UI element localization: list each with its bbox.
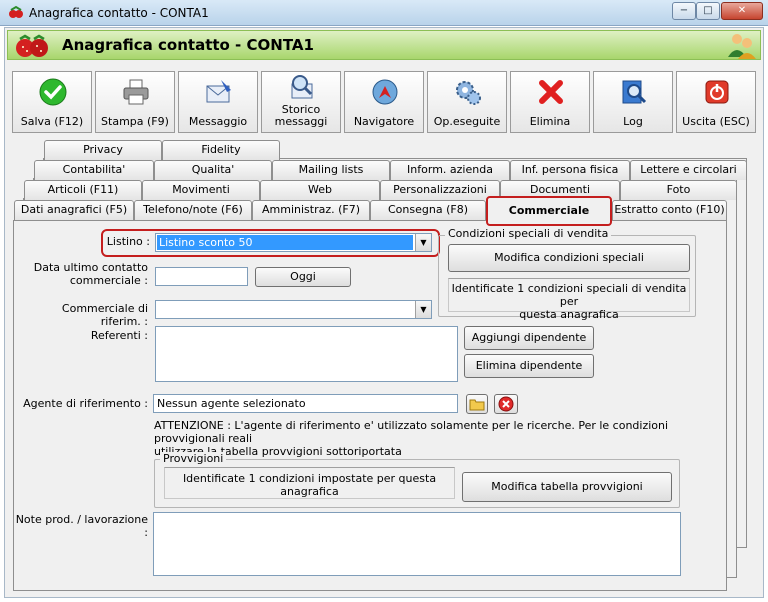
message-history-button[interactable]: Storico messaggi — [261, 71, 341, 133]
delete-button[interactable]: Elimina — [510, 71, 590, 133]
listino-selected-value: Listino sconto 50 — [157, 235, 413, 250]
strawberry-logo-icon — [16, 34, 48, 57]
tab-web[interactable]: Web — [260, 180, 380, 200]
save-button[interactable]: Salva (F12) — [12, 71, 92, 133]
note-textarea[interactable] — [153, 512, 681, 576]
exit-icon — [705, 80, 729, 104]
tab-lettere-circolari[interactable]: Lettere e circolari — [630, 160, 747, 180]
users-icon — [728, 34, 756, 59]
tab-estratto-conto[interactable]: Estratto conto (F10) — [612, 200, 727, 220]
header-band: Anagrafica contatto - CONTA1 — [7, 30, 761, 60]
tab-telefono-note[interactable]: Telefono/note (F6) — [134, 200, 252, 220]
attenzione-line1: ATTENZIONE : L'agente di riferimento e' … — [154, 419, 669, 445]
window-titlebar: Anagrafica contatto - CONTA1 − □ ✕ — [0, 0, 768, 26]
app-icon — [9, 5, 23, 18]
data-contatto-label-line2: commerciale : — [69, 274, 148, 287]
data-contatto-label: Data ultimo contatto commerciale : — [20, 261, 148, 287]
page-title: Anagrafica contatto - CONTA1 — [62, 36, 314, 54]
referenti-list[interactable] — [155, 326, 458, 382]
condizioni-speciali-title: Condizioni speciali di vendita — [445, 227, 612, 240]
chevron-down-icon[interactable]: ▼ — [415, 301, 431, 318]
elimina-dipendente-button[interactable]: Elimina dipendente — [464, 354, 594, 378]
commerciale-label: Commerciale di riferim. : — [61, 302, 148, 328]
cancel-icon — [498, 396, 514, 412]
close-button[interactable]: ✕ — [721, 2, 763, 20]
navigator-button[interactable]: Navigatore — [344, 71, 424, 133]
tab-inf-persona-fisica[interactable]: Inf. persona fisica — [510, 160, 630, 180]
aggiungi-dipendente-button[interactable]: Aggiungi dipendente — [464, 326, 594, 350]
tab-fidelity[interactable]: Fidelity — [162, 140, 280, 160]
maximize-button[interactable]: □ — [696, 2, 720, 20]
folder-icon — [469, 399, 485, 411]
condizioni-info-line2: questa anagrafica — [519, 308, 619, 321]
delete-icon — [539, 80, 563, 104]
clear-agente-button[interactable] — [494, 394, 518, 414]
tab-inform-azienda[interactable]: Inform. azienda — [390, 160, 510, 180]
listino-select[interactable]: Listino sconto 50 ▼ — [155, 233, 432, 252]
oggi-button[interactable]: Oggi — [255, 267, 351, 287]
tab-dati-anagrafici[interactable]: Dati anagrafici (F5) — [14, 200, 134, 220]
agente-input[interactable]: Nessun agente selezionato — [153, 394, 458, 413]
tab-privacy[interactable]: Privacy — [44, 140, 162, 160]
tab-commerciale[interactable]: Commerciale — [486, 196, 612, 226]
commerciale-select[interactable]: ▼ — [155, 300, 432, 319]
toolbar: Salva (F12) Stampa (F9) Messaggio Storic… — [12, 71, 756, 133]
folder-button[interactable] — [466, 394, 488, 414]
attenzione-note: ATTENZIONE : L'agente di riferimento e' … — [154, 419, 714, 458]
window-title: Anagrafica contatto - CONTA1 — [29, 6, 209, 20]
tab-articoli[interactable]: Articoli (F11) — [24, 180, 142, 200]
message-button[interactable]: Messaggio — [178, 71, 258, 133]
tab-contabilita[interactable]: Contabilita' — [34, 160, 154, 180]
chevron-down-icon[interactable]: ▼ — [415, 234, 431, 251]
agente-label: Agente di riferimento : — [23, 397, 148, 410]
tab-qualita[interactable]: Qualita' — [154, 160, 272, 180]
modifica-condizioni-button[interactable]: Modifica condizioni speciali — [448, 244, 690, 272]
tab-consegna[interactable]: Consegna (F8) — [370, 200, 486, 220]
mail-search-icon — [291, 75, 313, 99]
minimize-button[interactable]: − — [672, 2, 696, 20]
operations-button[interactable]: Op.eseguite — [427, 71, 507, 133]
gears-icon — [456, 81, 481, 105]
provvigioni-info: Identificate 1 condizioni impostate per … — [164, 467, 455, 499]
tab-mailing-lists[interactable]: Mailing lists — [272, 160, 390, 180]
attenzione-line2: utilizzare la tabella provvigioni sottor… — [154, 445, 402, 458]
referenti-label: Referenti : — [90, 329, 148, 342]
navigator-icon — [372, 79, 398, 105]
log-button[interactable]: Log — [593, 71, 673, 133]
tab-personalizzazioni[interactable]: Personalizzazioni — [380, 180, 500, 200]
tab-foto[interactable]: Foto — [620, 180, 737, 200]
log-icon — [622, 80, 647, 104]
tab-amministrazione[interactable]: Amministraz. (F7) — [252, 200, 370, 220]
tab-movimenti[interactable]: Movimenti — [142, 180, 260, 200]
modifica-provvigioni-button[interactable]: Modifica tabella provvigioni — [462, 472, 672, 502]
check-icon — [39, 78, 67, 106]
provvigioni-title: Provvigioni — [160, 452, 227, 465]
note-label: Note prod. / lavorazione : — [15, 513, 148, 539]
exit-button[interactable]: Uscita (ESC) — [676, 71, 756, 133]
listino-label: Listino : — [106, 235, 150, 248]
condizioni-info: Identificate 1 condizioni speciali di ve… — [448, 278, 690, 321]
data-contatto-label-line1: Data ultimo contatto — [33, 261, 148, 274]
mail-icon — [206, 80, 231, 103]
condizioni-info-line1: Identificate 1 condizioni speciali di ve… — [451, 282, 687, 308]
printer-icon — [123, 79, 149, 105]
data-contatto-input[interactable] — [155, 267, 248, 286]
print-button[interactable]: Stampa (F9) — [95, 71, 175, 133]
